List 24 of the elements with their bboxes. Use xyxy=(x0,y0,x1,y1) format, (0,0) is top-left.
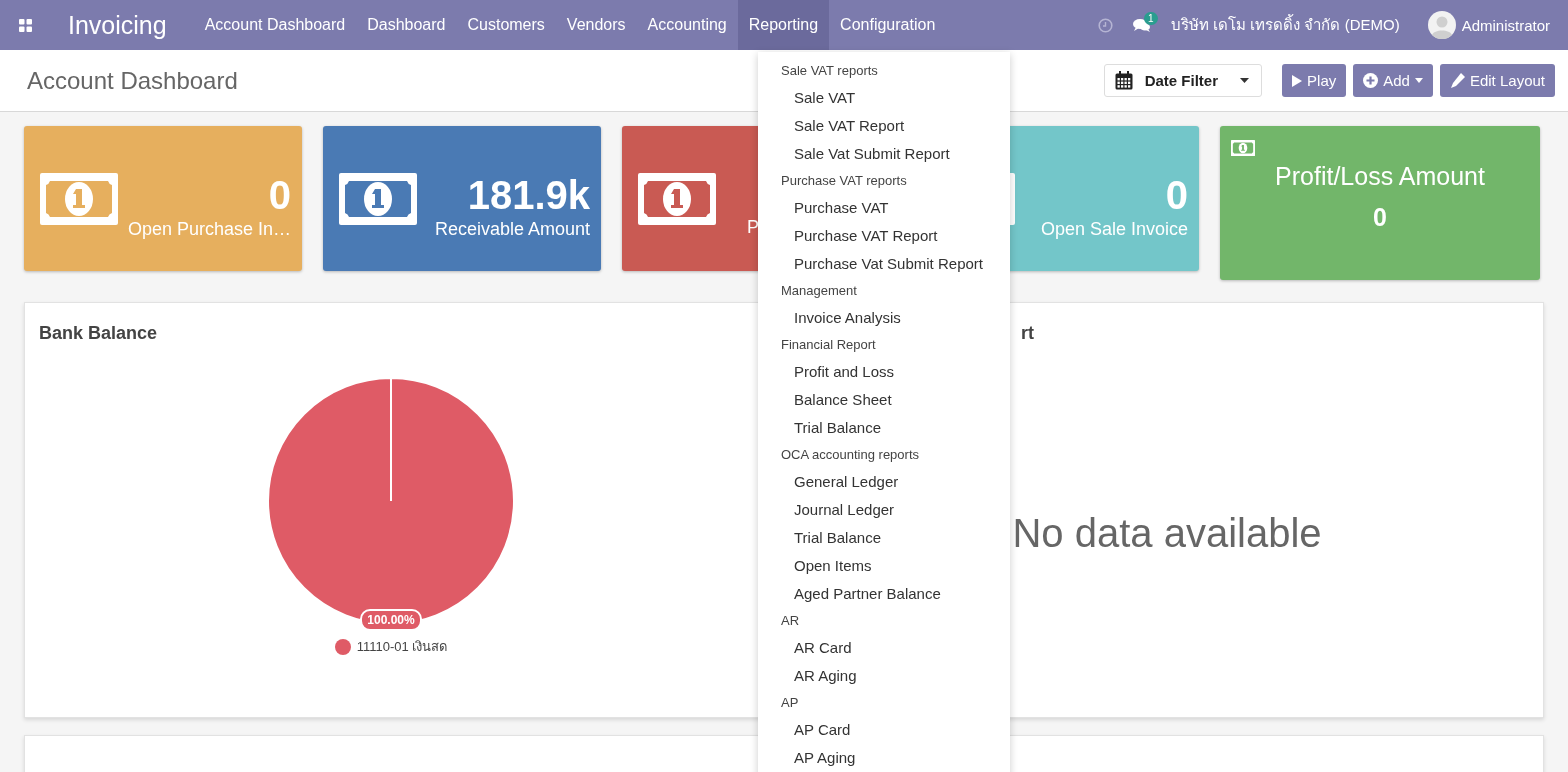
tile-label: Receivable Amount xyxy=(434,219,590,240)
panel-title: rt xyxy=(1021,323,1034,343)
tile-value: 0 xyxy=(1373,203,1387,232)
tile-value: 0 xyxy=(268,172,291,219)
data-label: 100.00% xyxy=(360,609,422,631)
tile-value: 0 xyxy=(1165,172,1188,219)
menu-section-header: Purchase VAT reports xyxy=(780,172,908,190)
app-title: Invoicing xyxy=(68,10,167,40)
tile-label: Profit/Loss Amount xyxy=(1275,162,1485,191)
menu-section-header: AR xyxy=(780,612,801,630)
empty-message: No data available xyxy=(1012,511,1322,556)
menu-section-header: Financial Report xyxy=(780,336,877,354)
menu-section-header: OCA accounting reports xyxy=(780,446,921,464)
legend-label: 11110-01 เงินสด xyxy=(356,638,448,656)
page-title: Account Dashboard xyxy=(27,66,238,95)
tile-label: Open Purchase In… xyxy=(127,219,291,240)
message-count-badge: 1 xyxy=(1143,11,1158,25)
panel-title: Bank Balance xyxy=(39,323,158,343)
menu-section-header: AP xyxy=(780,694,800,712)
tile-label: P xyxy=(747,217,759,238)
tile-value: 181.9k xyxy=(467,172,590,219)
menu-section-header: Management xyxy=(780,282,858,300)
menu-section-header: Sale VAT reports xyxy=(780,62,879,80)
tile-label: Open Sale Invoice xyxy=(1040,219,1188,240)
